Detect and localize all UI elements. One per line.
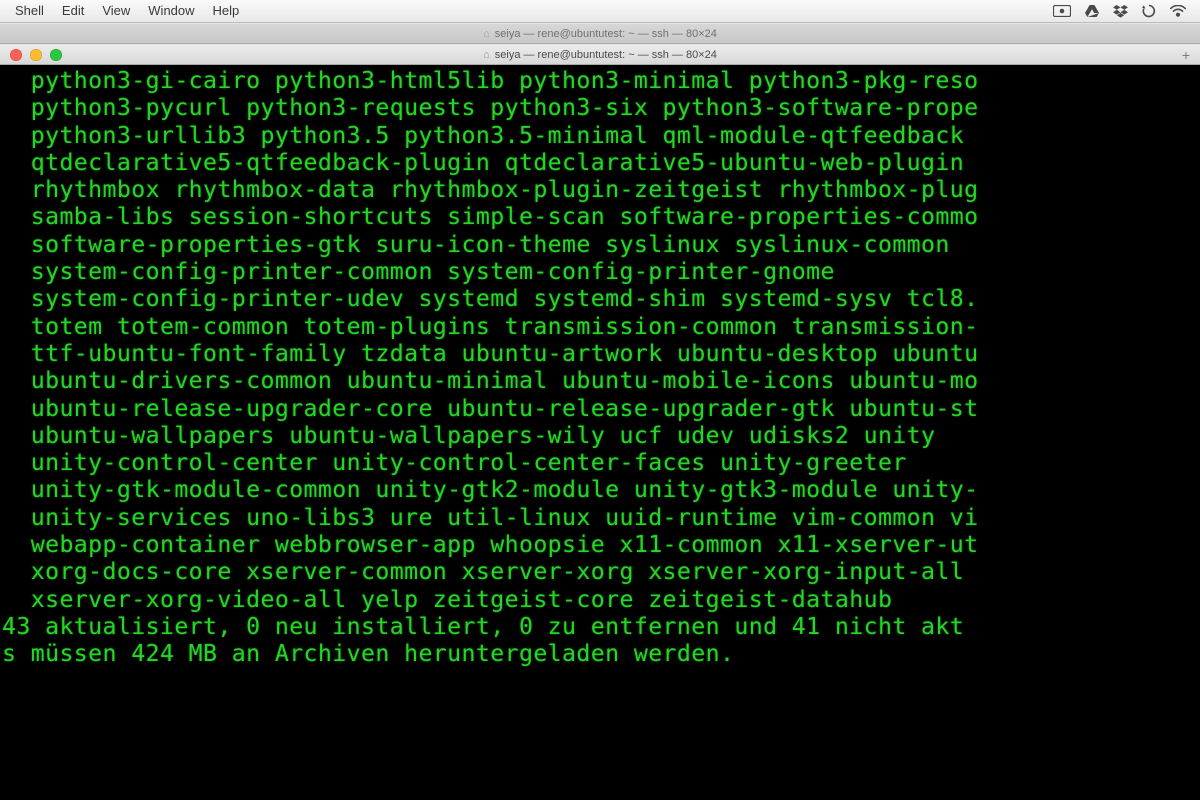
menu-window[interactable]: Window (139, 0, 203, 22)
menu-edit[interactable]: Edit (53, 0, 93, 22)
menu-view[interactable]: View (93, 0, 139, 22)
menubar-status-area (1053, 4, 1200, 18)
home-icon: ⌂ (483, 28, 490, 40)
window-tabstrip-inactive: ⌂ seiya — rene@ubuntutest: ~ — ssh — 80×2… (0, 23, 1200, 44)
menu-help[interactable]: Help (204, 0, 249, 22)
tab-inactive[interactable]: ⌂ seiya — rene@ubuntutest: ~ — ssh — 80×2… (483, 28, 717, 40)
wifi-icon[interactable] (1170, 5, 1186, 17)
menu-shell[interactable]: Shell (6, 0, 53, 22)
window-traffic-lights (10, 49, 62, 61)
dropbox-icon[interactable] (1113, 5, 1128, 18)
macos-menubar: Shell Edit View Window Help (0, 0, 1200, 23)
screen-share-icon[interactable] (1053, 5, 1071, 17)
sync-icon[interactable] (1142, 4, 1156, 18)
new-tab-button[interactable]: + (1182, 48, 1190, 62)
close-window-button[interactable] (10, 49, 22, 61)
home-icon: ⌂ (483, 49, 490, 61)
menubar-menus: Shell Edit View Window Help (0, 0, 248, 22)
terminal-viewport[interactable]: python3-gi-cairo python3-html5lib python… (0, 65, 1200, 800)
window-tabstrip-active: ⌂ seiya — rene@ubuntutest: ~ — ssh — 80×2… (0, 44, 1200, 65)
tab-active-label: seiya — rene@ubuntutest: ~ — ssh — 80×24 (495, 49, 717, 61)
minimize-window-button[interactable] (30, 49, 42, 61)
google-drive-icon[interactable] (1085, 5, 1099, 18)
zoom-window-button[interactable] (50, 49, 62, 61)
tab-active[interactable]: ⌂ seiya — rene@ubuntutest: ~ — ssh — 80×2… (483, 49, 717, 61)
tab-inactive-label: seiya — rene@ubuntutest: ~ — ssh — 80×24 (495, 28, 717, 40)
terminal-output: python3-gi-cairo python3-html5lib python… (2, 67, 1200, 668)
